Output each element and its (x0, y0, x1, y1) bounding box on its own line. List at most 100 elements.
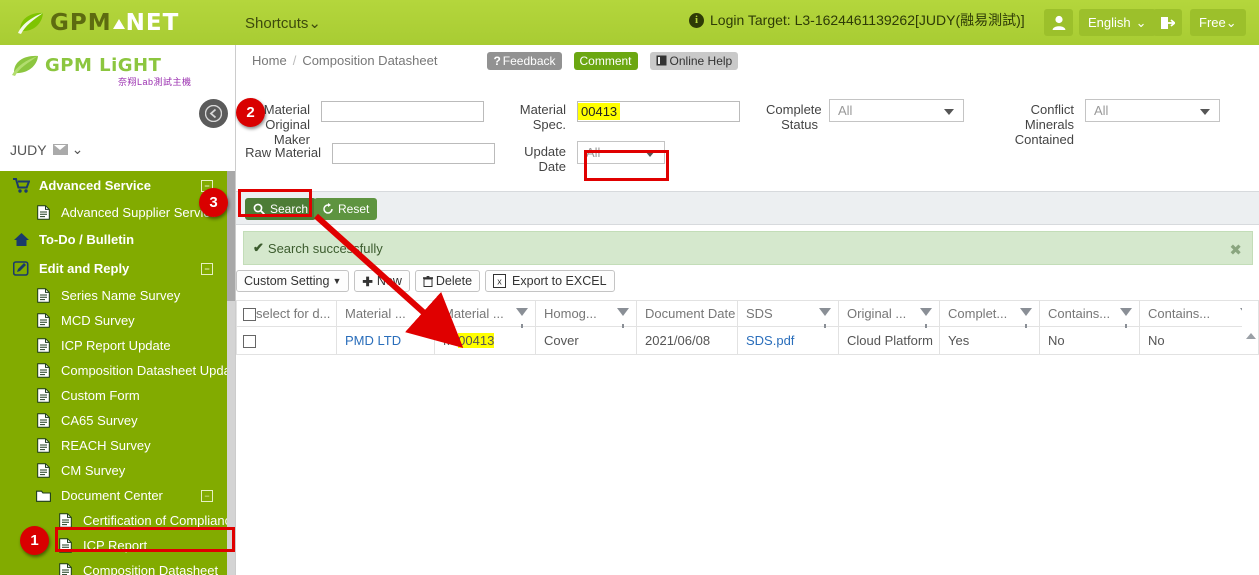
table-header-cell[interactable]: Material ... (434, 300, 536, 328)
sidebar-item-composition-datasheet-updat[interactable]: Composition Datasheet Updat (0, 358, 235, 383)
sidebar-logo-subtitle: 奈翔Lab測試主機 (118, 77, 192, 87)
document-icon (34, 363, 52, 378)
feedback-label: Feedback (502, 53, 556, 68)
sidebar-item-document-center[interactable]: Document Center − (0, 483, 235, 508)
document-icon (34, 438, 52, 453)
table-vertical-scrollbar[interactable] (1242, 300, 1259, 355)
document-icon (56, 563, 74, 575)
sidebar-item-reach-survey[interactable]: REACH Survey (0, 433, 235, 458)
document-icon (34, 338, 52, 353)
delete-button[interactable]: Delete (414, 270, 481, 292)
info-icon: i (689, 12, 704, 28)
annotation-badge-3: 3 (199, 188, 228, 217)
sds-cell[interactable]: SDS.pdf (737, 326, 839, 355)
table-header-label: SDS (746, 306, 773, 321)
home-icon (12, 232, 30, 247)
breadcrumb-separator: / (292, 53, 297, 68)
document-icon (34, 313, 52, 328)
table-header-cell[interactable]: Document Date (636, 300, 738, 327)
excel-icon: x (493, 274, 507, 288)
chevron-down-icon: ⌄ (1135, 14, 1147, 30)
table-header-cell[interactable]: Complet... (939, 300, 1040, 328)
login-target-info: i Login Target: L3-1624461139262[JUDY(融易… (689, 10, 1025, 30)
breadcrumb-home[interactable]: Home (252, 53, 287, 68)
user-account-button[interactable] (1044, 9, 1073, 36)
select-all-checkbox[interactable] (243, 308, 256, 322)
sidebar-item-label: REACH Survey (61, 438, 151, 453)
sidebar-item-label: To-Do / Bulletin (39, 232, 135, 247)
table-header-cell[interactable]: Contains... (1039, 300, 1140, 328)
custom-setting-button[interactable]: Custom Setting ▼ (236, 270, 350, 292)
logout-button[interactable] (1153, 9, 1182, 36)
results-table: select for d... Material ... Material ... H… (236, 300, 1259, 355)
raw-material-input[interactable] (332, 143, 495, 164)
table-header-label: Original ... (847, 306, 907, 321)
trash-icon (422, 275, 433, 287)
filter-icon[interactable] (617, 308, 629, 328)
alert-close-button[interactable]: ✖ (1229, 241, 1242, 259)
sidebar-user-menu[interactable]: JUDY ⌄ (10, 141, 83, 158)
sidebar-item-to-do-bulletin[interactable]: To-Do / Bulletin (0, 225, 235, 254)
feedback-button[interactable]: ? Feedback (487, 51, 562, 70)
new-button[interactable]: ✚ New (354, 270, 410, 292)
sidebar-item-cm-survey[interactable]: CM Survey (0, 458, 235, 483)
sidebar-scrollbar-thumb[interactable] (227, 171, 235, 301)
sidebar-scrollbar[interactable] (227, 171, 235, 575)
filter-icon[interactable] (516, 308, 528, 328)
export-to-excel-button[interactable]: x Export to EXCEL (485, 270, 615, 292)
table-row[interactable]: PMD LTD M-00413 Cover 2021/06/08 SDS.pdf Clou… (236, 326, 1259, 355)
filter-icon[interactable] (1120, 308, 1132, 328)
update-date-label: Update Date (524, 144, 566, 174)
material-spec-input[interactable]: 00413 (577, 101, 740, 122)
breadcrumb: Home / Composition Datasheet ? Feedback C… (236, 45, 1259, 76)
online-help-button[interactable]: Online Help (649, 51, 739, 70)
plan-selector-button[interactable]: Free ⌄ (1190, 9, 1246, 36)
table-header-cell[interactable]: Homog... (535, 300, 637, 328)
complete-status-select[interactable]: All (829, 99, 964, 122)
scroll-up-arrow-icon[interactable] (1246, 333, 1256, 339)
pencil-icon (12, 261, 30, 276)
shortcuts-menu[interactable]: Shortcuts⌄ (245, 14, 321, 32)
reset-button[interactable]: Reset (314, 198, 378, 220)
chevron-down-icon: ⌄ (71, 141, 84, 157)
language-selector-button[interactable]: English ⌄ (1079, 9, 1156, 36)
sidebar-item-mcd-survey[interactable]: MCD Survey (0, 308, 235, 333)
row-select-cell[interactable] (236, 326, 337, 355)
table-header-cell[interactable]: select for d... (236, 300, 337, 327)
refresh-icon (323, 203, 333, 214)
sidebar-item-series-name-survey[interactable]: Series Name Survey (0, 283, 235, 308)
new-label: New (376, 274, 402, 288)
sidebar-item-edit-and-reply[interactable]: Edit and Reply − (0, 254, 235, 283)
collapse-toggle-icon[interactable]: − (201, 262, 213, 275)
table-header-cell[interactable]: Original ... (838, 300, 940, 328)
sidebar-item-ca65-survey[interactable]: CA65 Survey (0, 408, 235, 433)
collapse-toggle-icon[interactable]: − (201, 489, 213, 502)
document-icon (34, 288, 52, 303)
material-original-maker-input[interactable] (321, 101, 484, 122)
sidebar-logo[interactable]: GPM LiGHT 奈翔Lab測試主機 (0, 45, 235, 95)
search-action-bar: Search Reset (236, 191, 1259, 225)
table-header-cell[interactable]: SDS (737, 300, 839, 328)
row-checkbox[interactable] (243, 335, 256, 349)
search-filter-form: Material Original Maker Raw Material Mat… (236, 88, 1259, 194)
conflict-minerals-select[interactable]: All (1085, 99, 1220, 122)
sidebar-item-custom-form[interactable]: Custom Form (0, 383, 235, 408)
material-maker-cell[interactable]: PMD LTD (336, 326, 435, 355)
app-logo[interactable]: GPM NET (0, 0, 235, 45)
comment-button[interactable]: Comment (573, 51, 638, 70)
filter-icon[interactable] (920, 308, 932, 328)
chevron-down-icon: ⌄ (1225, 14, 1237, 30)
table-header-cell[interactable]: Material ... (336, 300, 435, 327)
sidebar-item-icp-report-update[interactable]: ICP Report Update (0, 333, 235, 358)
sidebar-collapse-button[interactable] (199, 99, 228, 128)
table-header-label: select for d... (256, 305, 331, 321)
filter-icon[interactable] (819, 308, 831, 328)
brand-net: NET (125, 9, 180, 36)
alert-message: Search successfully (267, 240, 383, 256)
table-header-label: Document Date (645, 306, 736, 321)
filter-icon[interactable] (1020, 308, 1032, 328)
sidebar-item-composition-datasheet[interactable]: Composition Datasheet (0, 558, 235, 575)
complete-cell: Yes (939, 326, 1040, 355)
document-icon (34, 463, 52, 478)
login-target-text: Login Target: L3-1624461139262[JUDY(融易測試… (710, 12, 1025, 28)
